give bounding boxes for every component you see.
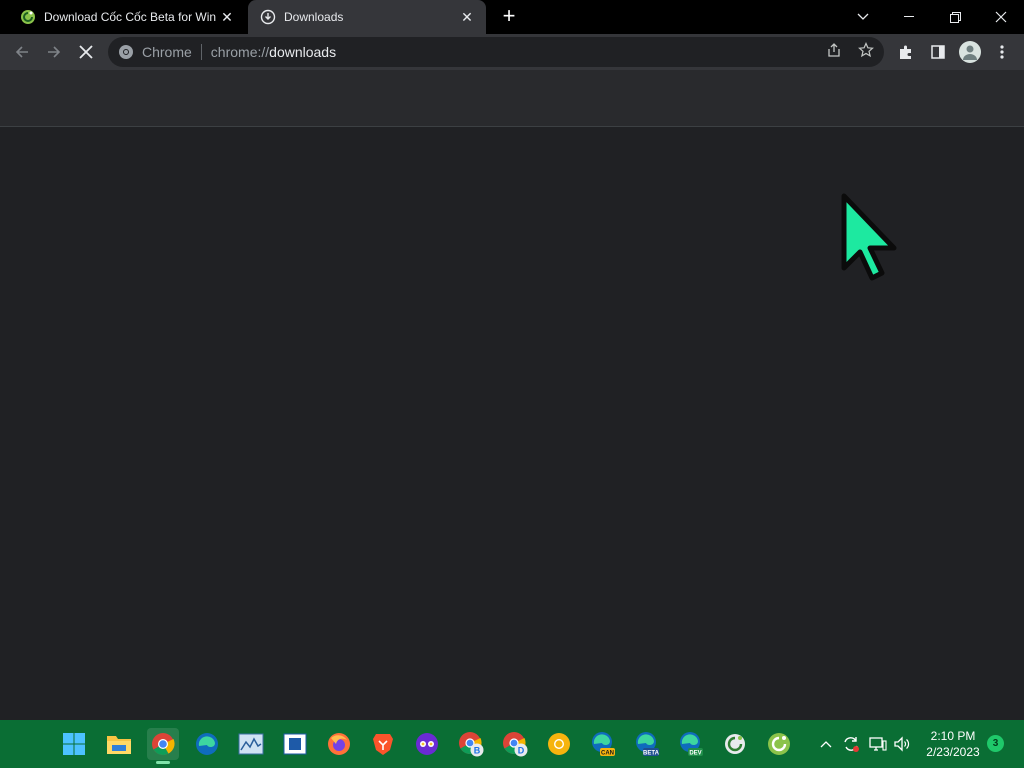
brave-lion-icon [373,734,393,755]
tab-coccoc-beta[interactable]: Download Cốc Cốc Beta for Windows ✕ [8,0,246,34]
mask-icon [416,733,438,755]
firefox-button[interactable] [323,728,355,760]
tab-title: Downloads [284,10,344,24]
arrow-left-icon [15,46,28,58]
tab-title: Download Cốc Cốc Beta for Windows [44,10,216,24]
minimize-icon [904,16,914,17]
network-icon[interactable] [868,734,888,754]
coccoc-beta-icon [725,734,745,754]
address-bar[interactable]: Chrome chrome:// downloads [108,37,884,67]
chrome-beta-icon: B [459,732,484,757]
brave-button[interactable] [367,728,399,760]
active-indicator [156,761,170,764]
edge-beta-badge: BETA [643,751,660,757]
chrome-dev-icon: D [503,732,528,757]
chrome-icon [118,44,134,60]
clock-date: 2/23/2023 [926,745,980,759]
side-panel-button[interactable] [928,42,948,62]
share-icon [828,43,840,57]
firefox-icon [328,733,350,755]
profile-avatar[interactable] [959,41,981,63]
chrome-dev-button[interactable]: D [499,728,531,760]
edge-taskbar-button[interactable] [191,728,223,760]
site-chip-label: Chrome [142,44,192,60]
sync-icon[interactable] [841,734,861,754]
new-tab-button[interactable]: + [496,5,522,29]
chevron-down-icon [857,13,869,20]
minimize-button[interactable] [886,0,932,34]
share-button[interactable] [825,41,843,59]
edge-icon [196,733,218,755]
tab-strip: Download Cốc Cốc Beta for Windows ✕ Down… [0,0,1024,34]
url-path: downloads [269,44,337,60]
tab-downloads[interactable]: Downloads ✕ [248,0,486,34]
download-icon [260,9,276,25]
edge-beta-button[interactable]: BETA [631,728,663,760]
chrome-beta-badge: B [474,746,481,756]
toolbar: Chrome chrome:// downloads [0,34,1024,70]
incognito-app-button[interactable] [411,728,443,760]
chevron-up-icon[interactable] [816,734,836,754]
edge-dev-button[interactable]: DEV [675,728,707,760]
avatar-icon [959,41,981,63]
side-panel-icon [931,45,945,59]
chrome-beta-button[interactable]: B [455,728,487,760]
close-window-button[interactable] [978,0,1024,34]
file-explorer-button[interactable] [103,728,135,760]
edge-canary-icon: CAN [592,732,615,757]
forward-button[interactable] [40,38,68,66]
chrome-icon [152,733,175,755]
notification-badge[interactable]: 3 [987,735,1004,752]
edge-canary-button[interactable]: CAN [587,728,619,760]
resource-monitor-button[interactable] [235,728,267,760]
coccoc-icon [20,9,36,25]
coccoc-icon [768,733,790,755]
edge-beta-icon: BETA [636,732,660,757]
close-icon [995,11,1007,23]
arrow-right-icon [48,46,61,58]
tab-search-button[interactable] [840,0,886,34]
chrome-canary-button[interactable] [543,728,575,760]
url-scheme: chrome:// [210,44,270,60]
edge-dev-badge: DEV [689,751,701,757]
restore-button[interactable] [932,0,978,34]
chrome-canary-icon [548,733,570,755]
window-app-icon [283,733,307,755]
start-button[interactable] [58,728,90,760]
restore-icon [949,11,961,23]
close-icon[interactable]: ✕ [216,6,238,28]
windows-icon [63,733,85,755]
clock[interactable]: 2:10 PM 2/23/2023 [918,728,988,760]
puzzle-icon [900,45,911,59]
chrome-dev-badge: D [518,746,525,756]
close-icon[interactable]: ✕ [456,6,478,28]
extensions-button[interactable] [896,42,916,62]
bookmark-button[interactable] [857,41,875,59]
window-app-button[interactable] [279,728,311,760]
browser-window: Download Cốc Cốc Beta for Windows ✕ Down… [0,0,1024,768]
downloads-header [0,70,1024,127]
menu-button[interactable] [992,42,1012,62]
volume-icon[interactable] [892,734,912,754]
more-vert-icon [1000,45,1004,59]
star-icon [858,42,874,58]
stop-button[interactable] [72,38,100,66]
stop-icon [79,45,93,59]
coccoc-button[interactable] [763,728,795,760]
back-button[interactable] [8,38,36,66]
edge-dev-icon: DEV [680,732,703,757]
chip-divider [200,44,202,60]
clock-time: 2:10 PM [930,729,976,743]
coccoc-beta-button[interactable] [719,728,751,760]
edge-canary-badge: CAN [601,751,614,757]
chrome-taskbar-button[interactable] [147,728,179,764]
mouse-cursor-icon [841,193,897,281]
monitor-chart-icon [238,733,264,755]
folder-icon [107,736,131,754]
